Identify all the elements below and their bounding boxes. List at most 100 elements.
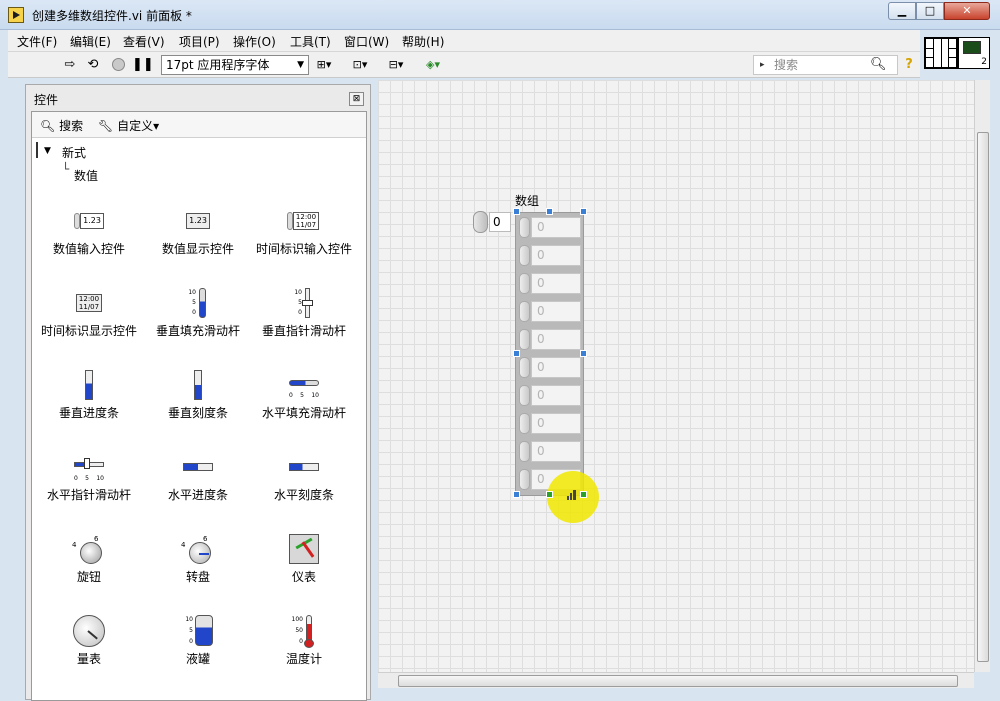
resize-handle[interactable]	[580, 491, 587, 498]
palette-item-numeric-control[interactable]: 1.23 数值输入控件	[37, 204, 141, 257]
palette-item-vertical-graduated-bar[interactable]: 垂直刻度条	[146, 368, 250, 421]
menu-operate[interactable]: 操作(O)	[233, 33, 276, 50]
resize-handle[interactable]	[546, 208, 553, 215]
palette-item-knob[interactable]: 4 6 旋钮	[37, 532, 141, 585]
resize-handle[interactable]	[580, 350, 587, 357]
tree-item-modern[interactable]: 新式	[62, 144, 86, 161]
connector-pane[interactable]	[924, 37, 958, 69]
tree-expand-icon[interactable]: ▼	[44, 146, 51, 156]
palette-item-horizontal-pointer-slide[interactable]: 0 5 10 水平指针滑动杆	[37, 450, 141, 503]
vi-icon[interactable]: 2	[958, 37, 990, 69]
array-element[interactable]: 0	[519, 328, 581, 351]
array-control[interactable]: 0 0 0 0 0 0 0 0 0 0	[515, 212, 584, 496]
abort-icon[interactable]	[110, 56, 126, 74]
front-panel-canvas[interactable]	[378, 80, 974, 672]
minimize-button[interactable]: ▁	[888, 2, 916, 20]
pause-icon[interactable]: ❚❚	[132, 56, 154, 74]
array-label[interactable]: 数组	[515, 192, 539, 209]
element-spinner-icon[interactable]	[519, 329, 530, 350]
resize-icon[interactable]: ⊟▾	[382, 56, 410, 74]
element-value[interactable]: 0	[531, 301, 581, 322]
palette-item-timestamp-control[interactable]: 12:00 11/07 时间标识输入控件	[252, 204, 356, 257]
array-element[interactable]: 0	[519, 272, 581, 295]
element-spinner-icon[interactable]	[519, 385, 530, 406]
palette-item-horizontal-fill-slide[interactable]: 0 5 10 水平填充滑动杆	[252, 368, 356, 421]
scrollbar-thumb[interactable]	[977, 132, 989, 662]
palette-item-vertical-pointer-slide[interactable]: 10 5 0 垂直指针滑动杆	[252, 286, 356, 339]
palette-item-thermometer[interactable]: 100 50 0 温度计	[252, 614, 356, 667]
maximize-button[interactable]: □	[916, 2, 944, 20]
menu-file[interactable]: 文件(F)	[17, 33, 57, 50]
element-value[interactable]: 0	[531, 441, 581, 462]
element-spinner-icon[interactable]	[519, 245, 530, 266]
run-arrow-icon[interactable]: ⇨	[62, 56, 78, 74]
array-element[interactable]: 0	[519, 216, 581, 239]
element-spinner-icon[interactable]	[519, 441, 530, 462]
palette-item-label: 时间标识输入控件	[255, 242, 352, 256]
resize-handle[interactable]	[513, 208, 520, 215]
element-spinner-icon[interactable]	[519, 273, 530, 294]
array-element[interactable]: 0	[519, 244, 581, 267]
menu-window[interactable]: 窗口(W)	[344, 33, 389, 50]
array-index-control[interactable]: 0	[473, 211, 511, 233]
array-element[interactable]: 0	[519, 356, 581, 379]
menu-edit[interactable]: 编辑(E)	[70, 33, 111, 50]
palette-item-meter[interactable]: 量表	[37, 614, 141, 667]
array-element[interactable]: 0	[519, 412, 581, 435]
element-spinner-icon[interactable]	[519, 301, 530, 322]
thermo-scale-bottom: 0	[299, 638, 303, 645]
palette-item-numeric-indicator[interactable]: 1.23 数值显示控件	[146, 204, 250, 257]
font-select[interactable]: 17pt 应用程序字体 ▼	[161, 55, 309, 75]
element-spinner-icon[interactable]	[519, 217, 530, 238]
array-element[interactable]: 0	[519, 440, 581, 463]
palette-item-gauge[interactable]: 仪表	[252, 532, 356, 585]
element-value[interactable]: 0	[531, 329, 581, 350]
search-icon[interactable]: 🔍︎	[870, 56, 887, 74]
element-value[interactable]: 0	[531, 385, 581, 406]
menu-project[interactable]: 项目(P)	[179, 33, 220, 50]
element-spinner-icon[interactable]	[519, 413, 530, 434]
distribute-icon[interactable]: ⊡▾	[346, 56, 374, 74]
horizontal-progress-bar-icon	[181, 450, 215, 484]
palette-customize-button[interactable]: 🔧︎ 自定义▾	[98, 117, 159, 134]
palette-item-dial[interactable]: 4 6 转盘	[146, 532, 250, 585]
close-button[interactable]: ✕	[944, 2, 990, 20]
palette-item-horizontal-progress-bar[interactable]: 水平进度条	[146, 450, 250, 503]
element-spinner-icon[interactable]	[519, 469, 530, 490]
element-value[interactable]: 0	[531, 273, 581, 294]
array-element[interactable]: 0	[519, 300, 581, 323]
menu-view[interactable]: 查看(V)	[123, 33, 165, 50]
palette-close-button[interactable]: ⊠	[349, 92, 364, 106]
palette-item-vertical-progress-bar[interactable]: 垂直进度条	[37, 368, 141, 421]
index-spinner-icon[interactable]	[473, 211, 488, 233]
palette-search-button[interactable]: 🔍︎ 搜索	[40, 117, 83, 134]
palette-item-label: 垂直进度条	[58, 406, 119, 420]
palette-item-timestamp-indicator[interactable]: 12:00 11/07 时间标识显示控件	[37, 286, 141, 339]
resize-handle[interactable]	[580, 208, 587, 215]
tree-item-numeric[interactable]: 数值	[74, 167, 98, 184]
element-value[interactable]: 0	[531, 413, 581, 434]
element-spinner-icon[interactable]	[519, 357, 530, 378]
reorder-icon[interactable]: ◈▾	[419, 56, 447, 74]
palette-item-horizontal-graduated-bar[interactable]: 水平刻度条	[252, 450, 356, 503]
help-icon[interactable]: ?	[902, 56, 916, 74]
resize-handle[interactable]	[513, 491, 520, 498]
resize-handle[interactable]	[546, 491, 553, 498]
horizontal-scrollbar[interactable]	[378, 672, 974, 688]
palette-item-tank[interactable]: 10 5 0 液罐	[146, 614, 250, 667]
run-continuously-icon[interactable]: ⟲	[84, 56, 102, 74]
menu-tools[interactable]: 工具(T)	[290, 33, 331, 50]
palette-item-label: 温度计	[285, 652, 322, 666]
resize-handle[interactable]	[513, 350, 520, 357]
menu-help[interactable]: 帮助(H)	[402, 33, 444, 50]
vertical-graduated-bar-icon	[181, 368, 215, 402]
element-value[interactable]: 0	[531, 217, 581, 238]
element-value[interactable]: 0	[531, 357, 581, 378]
vertical-scrollbar[interactable]	[974, 80, 990, 672]
scrollbar-thumb[interactable]	[398, 675, 958, 687]
array-index-value[interactable]: 0	[489, 212, 511, 232]
palette-item-vertical-fill-slide[interactable]: 10 5 0 垂直填充滑动杆	[146, 286, 250, 339]
align-icon[interactable]: ⊞▾	[310, 56, 338, 74]
array-element[interactable]: 0	[519, 384, 581, 407]
element-value[interactable]: 0	[531, 245, 581, 266]
